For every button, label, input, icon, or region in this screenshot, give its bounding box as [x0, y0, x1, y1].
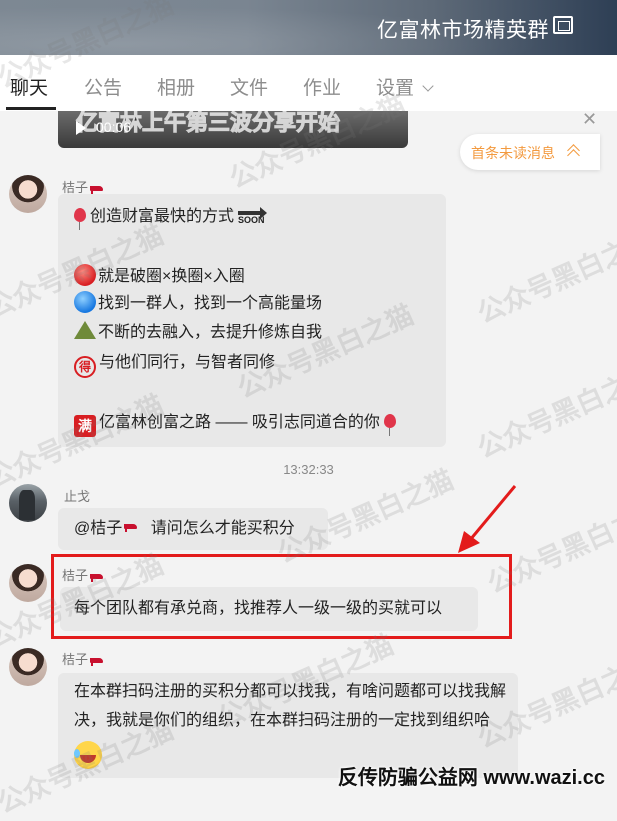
active-tab-indicator	[6, 107, 56, 110]
group-header: 亿富林市场精英群	[0, 0, 617, 55]
tab-settings[interactable]: 设置	[376, 73, 434, 100]
chevron-down-icon	[422, 80, 434, 92]
tab-settings-label: 设置	[376, 78, 415, 99]
group-title: 亿富林市场精英群	[377, 19, 549, 42]
tab-homework[interactable]: 作业	[303, 73, 341, 100]
sender-name: 桔子	[62, 649, 106, 668]
laughing-emoji-icon	[74, 741, 102, 769]
message-text: 在本群扫码注册的买积分都可以找我，有啥问题都可以找我解决，我就是你们的组织，在本…	[74, 683, 507, 729]
footer-brand-watermark: 反传防骗公益网 www.wazi.cc	[337, 767, 605, 789]
chat-area[interactable]: 亿富林上午第三波分享开始 00:06 ✕ 首条未读消息 桔子 创造财富最快的方式…	[0, 111, 617, 800]
tab-chat[interactable]: 聊天	[10, 73, 48, 100]
avatar[interactable]	[9, 648, 47, 686]
tab-announcement[interactable]: 公告	[84, 73, 122, 100]
tab-bar: 聊天 公告 相册 文件 作业 设置	[0, 55, 617, 112]
high-heel-icon	[90, 656, 106, 666]
tab-files[interactable]: 文件	[230, 73, 268, 100]
sender-name-text: 桔子	[62, 652, 89, 667]
group-info-icon[interactable]	[553, 16, 573, 34]
tab-album[interactable]: 相册	[157, 73, 195, 100]
